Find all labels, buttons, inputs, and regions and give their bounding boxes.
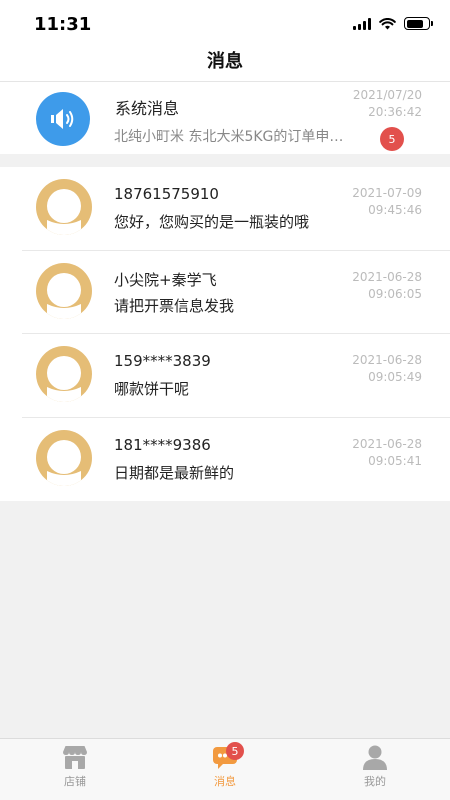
chat-last-message: 您好，您购买的是一瓶装的哦 xyxy=(114,213,310,231)
battery-icon xyxy=(404,17,433,30)
avatar xyxy=(36,346,92,402)
wifi-icon xyxy=(379,17,396,29)
store-icon xyxy=(62,744,88,770)
system-message-timestamp: 2021/07/20 20:36:42 xyxy=(353,87,422,121)
chat-row[interactable]: 181****9386 日期都是最新鲜的 2021-06-28 09:05:41 xyxy=(0,418,450,502)
tab-shop[interactable]: 店铺 xyxy=(35,739,115,799)
chat-date: 2021-06-28 xyxy=(352,353,422,367)
system-message-title: 系统消息 xyxy=(115,99,180,118)
speaker-icon xyxy=(36,92,90,146)
tab-me[interactable]: 我的 xyxy=(335,739,415,799)
chat-contact-name: 18761575910 xyxy=(114,185,219,203)
chat-row[interactable]: 18761575910 您好，您购买的是一瓶装的哦 2021-07-09 09:… xyxy=(0,167,450,251)
chat-time: 09:05:49 xyxy=(368,370,422,384)
chat-date: 2021-07-09 xyxy=(352,186,422,200)
status-bar: 11:31 xyxy=(0,0,450,44)
system-unread-badge: 5 xyxy=(380,127,404,151)
system-message-preview: 北纯小町米 东北大米5KG的订单申… xyxy=(114,129,344,145)
tab-shop-label: 店铺 xyxy=(64,775,86,788)
tab-messages-badge: 5 xyxy=(226,742,244,760)
chat-last-message: 请把开票信息发我 xyxy=(114,296,235,315)
cellular-signal-icon xyxy=(353,17,371,30)
chat-time: 09:06:05 xyxy=(368,286,422,301)
chat-contact-name: 小尖院+秦学飞 xyxy=(114,270,217,289)
tab-bar: 店铺 5 消息 我的 xyxy=(0,738,450,800)
chat-time: 09:05:41 xyxy=(368,453,422,468)
tab-messages-label: 消息 xyxy=(214,775,236,788)
chat-date: 2021-06-28 xyxy=(352,269,422,284)
chat-timestamp: 2021-06-28 09:05:41 xyxy=(352,436,422,470)
chat-list: 18761575910 您好，您购买的是一瓶装的哦 2021-07-09 09:… xyxy=(0,167,450,501)
chat-row[interactable]: 159****3839 哪款饼干呢 2021-06-28 09:05:49 xyxy=(0,334,450,418)
chat-timestamp: 2021-06-28 09:05:49 xyxy=(352,352,422,386)
tab-me-label: 我的 xyxy=(364,775,386,788)
chat-row[interactable]: 小尖院+秦学飞 请把开票信息发我 2021-06-28 09:06:05 xyxy=(0,251,450,334)
status-icons xyxy=(353,17,433,30)
avatar xyxy=(36,429,92,486)
chat-last-message: 日期都是最新鲜的 xyxy=(114,463,235,482)
chat-date: 2021-06-28 xyxy=(352,436,422,451)
status-time: 11:31 xyxy=(34,14,92,35)
system-message-time: 20:36:42 xyxy=(368,105,422,119)
system-message-date: 2021/07/20 xyxy=(352,88,422,102)
chat-time: 09:45:46 xyxy=(368,203,422,217)
avatar xyxy=(36,262,92,319)
chat-contact-name: 159****3839 xyxy=(114,352,211,370)
chat-contact-name: 181****9386 xyxy=(114,435,211,454)
person-icon xyxy=(362,744,388,770)
avatar xyxy=(36,179,92,235)
tab-messages[interactable]: 5 消息 xyxy=(185,739,265,799)
nav-bar: 消息 xyxy=(0,44,450,82)
chat-timestamp: 2021-06-28 09:06:05 xyxy=(352,269,422,303)
chat-last-message: 哪款饼干呢 xyxy=(114,380,190,398)
chat-timestamp: 2021-07-09 09:45:46 xyxy=(352,185,422,219)
page-title: 消息 xyxy=(207,51,243,72)
